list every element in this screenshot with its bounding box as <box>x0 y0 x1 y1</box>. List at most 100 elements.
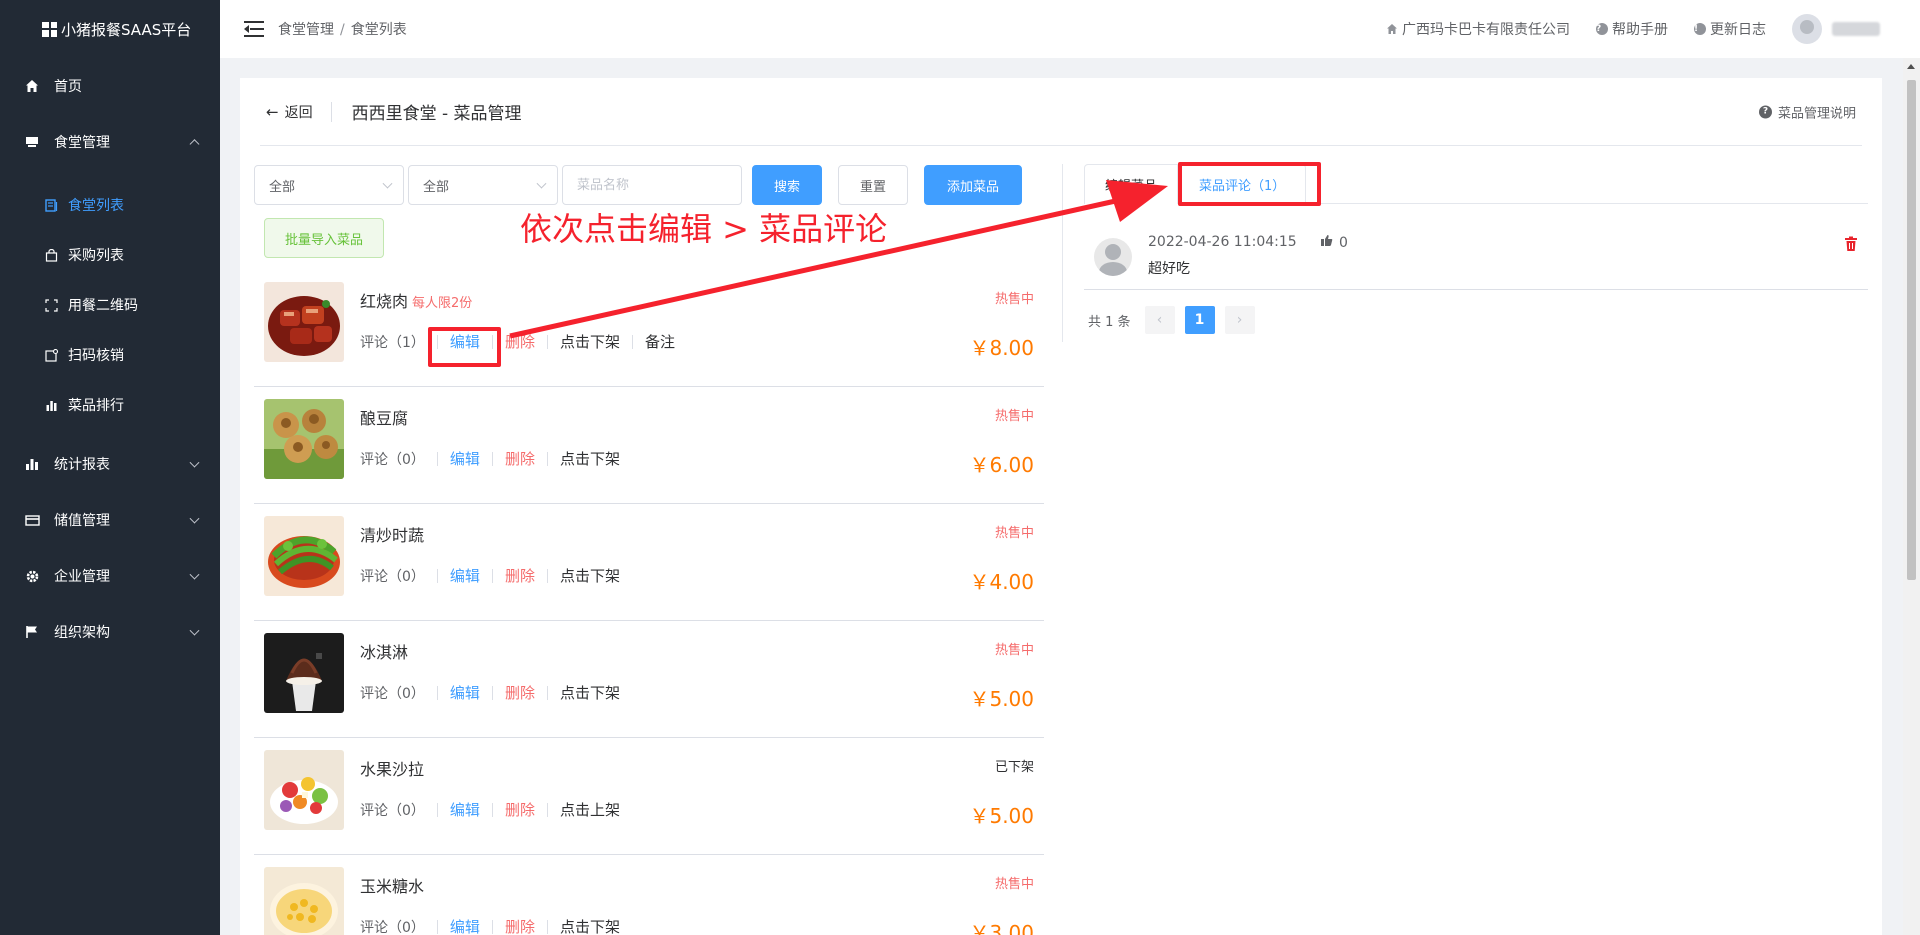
sidebar-subitem-label: 菜品排行 <box>68 398 124 414</box>
edit-link[interactable]: 编辑 <box>436 569 492 584</box>
reset-button[interactable]: 重置 <box>838 165 908 205</box>
pagination: 共 1 条 ‹ 1 › <box>1084 306 1868 334</box>
comment-count[interactable]: 评论（0） <box>360 800 437 820</box>
thumbs-up-icon <box>1320 234 1333 251</box>
sidebar-item-canteen[interactable]: 食堂管理 <box>0 114 220 170</box>
dish-name: 清炒时蔬 <box>360 522 424 546</box>
collapse-menu-icon[interactable] <box>244 21 264 37</box>
sidebar-item-organization[interactable]: 组织架构 <box>0 604 220 660</box>
status-badge: 热售中 <box>994 409 1034 424</box>
add-dish-button[interactable]: 添加菜品 <box>924 165 1022 205</box>
top-header: 食堂管理 / 食堂列表 广西玛卡巴卡有限责任公司 ? 帮助手册 ! 更新日志 <box>220 0 1920 58</box>
comment-count[interactable]: 评论（1） <box>360 332 437 352</box>
category-select[interactable]: 全部 <box>254 165 404 205</box>
dish-actions: 评论（0） 编辑 删除 点击下架 <box>360 683 632 703</box>
dish-name-text: 酿豆腐 <box>360 409 409 428</box>
sidebar-subitem-dish-ranking[interactable]: 菜品排行 <box>0 380 220 430</box>
sidebar-subitem-meal-qrcode[interactable]: 用餐二维码 <box>0 280 220 330</box>
shelf-toggle-link[interactable]: 点击下架 <box>546 335 632 350</box>
comment-count[interactable]: 评论（0） <box>360 683 437 703</box>
delete-link[interactable]: 删除 <box>491 686 547 701</box>
bar-chart-icon <box>24 456 40 472</box>
tab-edit-dish[interactable]: 编辑菜品 <box>1084 164 1179 204</box>
status-badge: 热售中 <box>994 643 1034 658</box>
search-button[interactable]: 搜索 <box>752 165 822 205</box>
sidebar: 小猪报餐SAAS平台 首页 食堂管理 食堂列表 采购列表 用餐二维码 扫码核销 … <box>0 0 220 935</box>
sidebar-subitem-label: 采购列表 <box>68 248 124 264</box>
comment-count[interactable]: 评论（0） <box>360 917 437 935</box>
sidebar-subitem-purchase-list[interactable]: 采购列表 <box>0 230 220 280</box>
next-page-button[interactable]: › <box>1224 306 1255 334</box>
flag-icon <box>24 624 40 640</box>
page-title: 西西里食堂 - 菜品管理 <box>351 104 522 124</box>
trash-icon[interactable] <box>1844 236 1858 252</box>
scroll-up-icon[interactable] <box>1907 64 1915 69</box>
help-link-label: 菜品管理说明 <box>1777 106 1856 121</box>
dish-price: ￥5.00 <box>969 804 1034 828</box>
list-item: 玉米糖水 热售中 评论（0） 编辑 删除 点击下架 ￥3.00 <box>254 855 1044 935</box>
app-logo[interactable]: 小猪报餐SAAS平台 <box>0 0 220 58</box>
changelog-link[interactable]: ! 更新日志 <box>1694 19 1766 39</box>
sidebar-subitem-label: 扫码核销 <box>68 348 124 364</box>
shelf-toggle-link[interactable]: 点击上架 <box>546 803 632 818</box>
back-button[interactable]: ← 返回 <box>266 101 332 122</box>
canteen-icon <box>24 134 40 150</box>
edit-link[interactable]: 编辑 <box>436 803 492 818</box>
dish-image <box>264 516 344 596</box>
breadcrumb-separator: / <box>340 22 345 38</box>
dish-image <box>264 633 344 713</box>
main-card: ← 返回 西西里食堂 - 菜品管理 ? 菜品管理说明 全部 全部 搜索 重置 添… <box>240 78 1882 935</box>
sidebar-subitem-scan-verify[interactable]: 扫码核销 <box>0 330 220 380</box>
breadcrumb-item[interactable]: 食堂管理 <box>278 22 334 38</box>
sidebar-item-label: 首页 <box>54 79 82 95</box>
page-scrollbar[interactable] <box>1903 58 1920 935</box>
dish-image <box>264 282 344 362</box>
chevron-down-icon <box>189 569 200 580</box>
like-button[interactable]: 0 <box>1320 234 1348 251</box>
scrollbar-thumb[interactable] <box>1907 80 1916 580</box>
sidebar-item-label: 食堂管理 <box>54 135 110 151</box>
edit-link[interactable]: 编辑 <box>436 452 492 467</box>
dish-name-text: 红烧肉 <box>360 292 409 311</box>
delete-link[interactable]: 删除 <box>491 569 547 584</box>
edit-link[interactable]: 编辑 <box>436 686 492 701</box>
dish-name-text: 冰淇淋 <box>360 643 409 662</box>
edit-link[interactable]: 编辑 <box>436 920 492 935</box>
sidebar-item-enterprise[interactable]: 企业管理 <box>0 548 220 604</box>
sidebar-item-statistics[interactable]: 统计报表 <box>0 436 220 492</box>
chevron-down-icon <box>189 513 200 524</box>
batch-import-button[interactable]: 批量导入菜品 <box>264 218 385 258</box>
sidebar-subitem-canteen-list[interactable]: 食堂列表 <box>0 180 220 230</box>
sidebar-subitem-label: 用餐二维码 <box>68 298 138 314</box>
comment-count[interactable]: 评论（0） <box>360 449 437 469</box>
sidebar-item-label: 统计报表 <box>54 457 110 473</box>
shelf-toggle-link[interactable]: 点击下架 <box>546 920 632 935</box>
user-menu[interactable] <box>1792 14 1880 44</box>
page-number[interactable]: 1 <box>1184 306 1215 334</box>
list-item: 清炒时蔬 热售中 评论（0） 编辑 删除 点击下架 ￥4.00 <box>254 504 1044 621</box>
sidebar-item-stored-value[interactable]: 储值管理 <box>0 492 220 548</box>
shelf-toggle-link[interactable]: 点击下架 <box>546 569 632 584</box>
help-manual-link[interactable]: ? 帮助手册 <box>1596 19 1668 39</box>
prev-page-button[interactable]: ‹ <box>1144 306 1175 334</box>
card-icon <box>24 512 40 528</box>
shelf-toggle-link[interactable]: 点击下架 <box>546 686 632 701</box>
dish-name: 玉米糖水 <box>360 873 424 897</box>
comment-count[interactable]: 评论（0） <box>360 566 437 586</box>
back-label: 返回 <box>284 104 313 121</box>
dish-name-input[interactable] <box>562 165 742 205</box>
logo-icon <box>42 21 57 37</box>
status-select[interactable]: 全部 <box>408 165 558 205</box>
company-switcher[interactable]: 广西玛卡巴卡有限责任公司 <box>1386 19 1570 39</box>
note-link[interactable]: 备注 <box>631 335 687 350</box>
annotation-highlight-edit <box>428 327 501 367</box>
delete-link[interactable]: 删除 <box>491 920 547 935</box>
shelf-toggle-link[interactable]: 点击下架 <box>546 452 632 467</box>
dish-help-link[interactable]: ? 菜品管理说明 <box>1758 102 1856 121</box>
bar-chart-icon <box>44 398 58 412</box>
list-item: 红烧肉 每人限2份 热售中 评论（1） 编辑 删除 点击下架 备注 ￥8.00 <box>254 270 1044 387</box>
dish-actions: 评论（1） 编辑 删除 点击下架 备注 <box>360 332 687 352</box>
sidebar-item-home[interactable]: 首页 <box>0 58 220 114</box>
delete-link[interactable]: 删除 <box>491 803 547 818</box>
delete-link[interactable]: 删除 <box>491 452 547 467</box>
